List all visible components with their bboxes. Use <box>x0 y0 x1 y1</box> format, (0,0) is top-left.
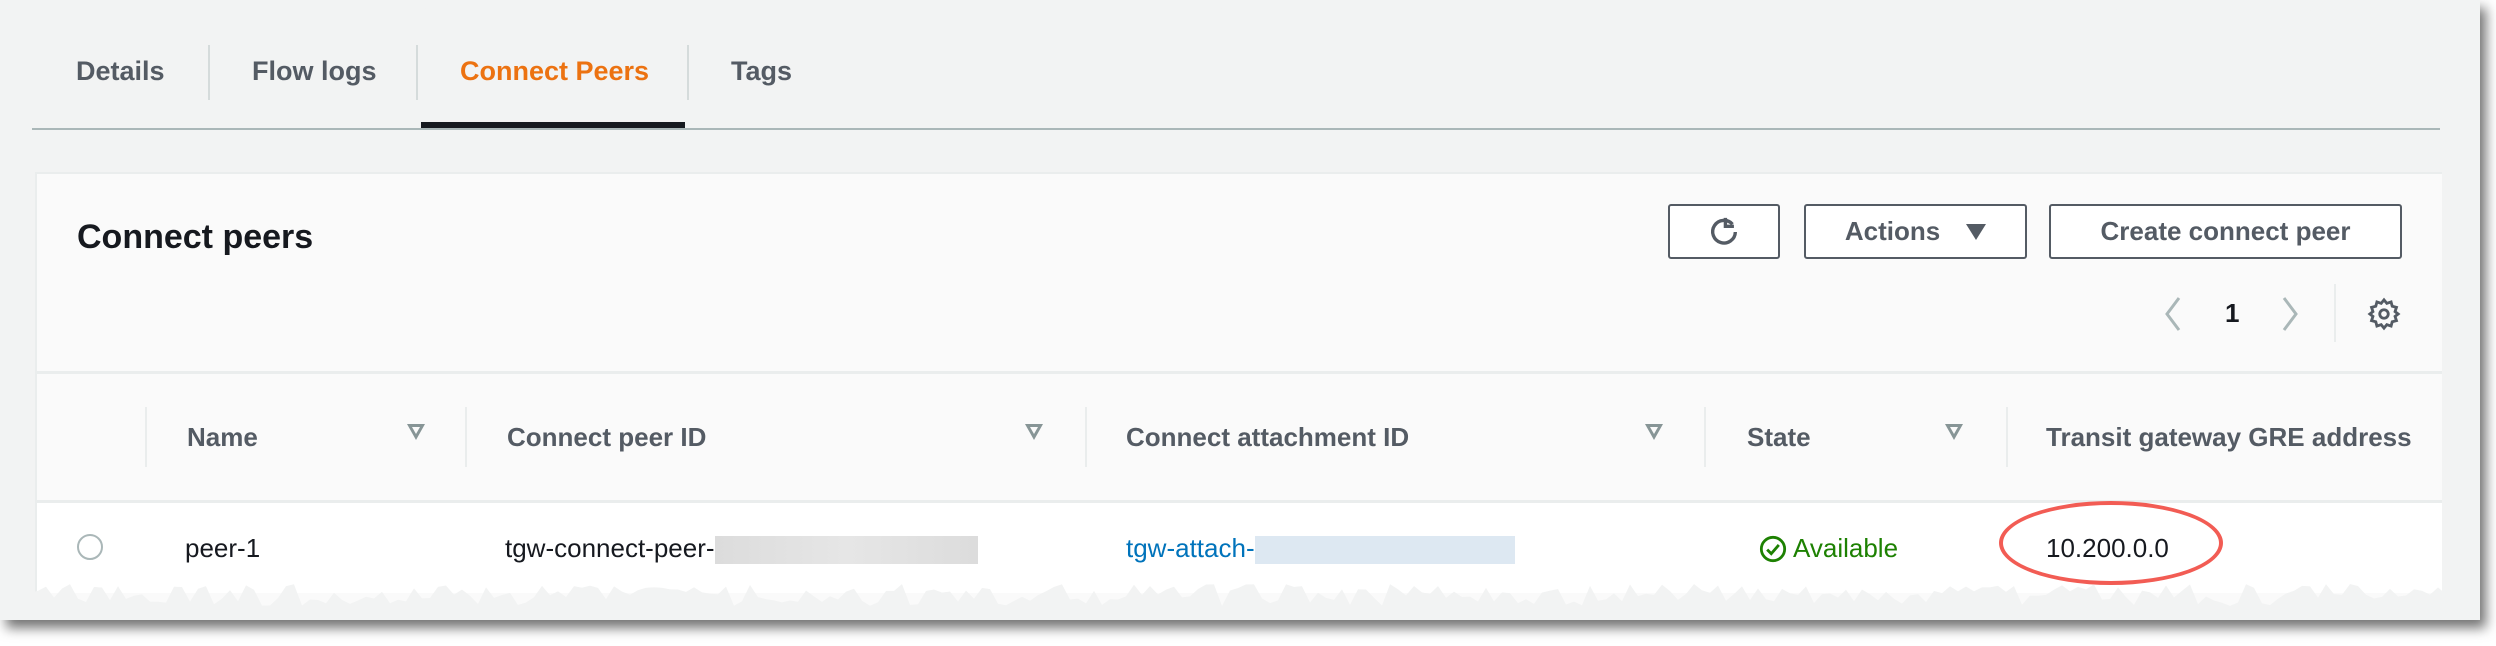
tab-divider <box>416 45 418 100</box>
table-row[interactable]: peer-1 tgw-connect-peer- tgw-attach- Ava… <box>37 500 2442 593</box>
tab-divider <box>687 45 689 100</box>
attachment-id-prefix: tgw-attach- <box>1126 533 1255 563</box>
tab-tags[interactable]: Tags <box>731 56 792 87</box>
redacted-block <box>1254 536 1515 565</box>
column-header-peer-id[interactable]: Connect peer ID <box>507 422 706 453</box>
tab-flow-logs[interactable]: Flow logs <box>252 56 377 87</box>
sort-icon[interactable] <box>1945 424 1963 440</box>
column-divider <box>2006 407 2008 467</box>
refresh-icon <box>1710 217 1738 245</box>
tabs-baseline <box>32 128 2440 130</box>
previous-page-icon[interactable] <box>2163 296 2183 332</box>
state-status: Available <box>1759 533 1898 564</box>
caret-down-icon <box>1966 223 1987 240</box>
column-header-gre-address[interactable]: Transit gateway GRE address <box>2046 422 2412 453</box>
actions-label: Actions <box>1844 216 1941 246</box>
refresh-button[interactable] <box>1668 204 1780 259</box>
sort-icon[interactable] <box>1025 424 1043 440</box>
panel-title: Connect peers <box>77 218 314 256</box>
column-divider <box>1085 407 1087 467</box>
active-tab-indicator <box>421 122 685 128</box>
connect-peers-panel: Connect peers Actions Create connect pee… <box>35 172 2442 606</box>
peer-id: tgw-connect-peer- <box>505 533 978 565</box>
column-divider <box>465 407 467 467</box>
torn-sheet: Details Flow logs Connect Peers Tags Con… <box>0 4 2470 606</box>
tab-divider <box>208 45 210 100</box>
column-header-attachment-id[interactable]: Connect attachment ID <box>1126 422 1409 453</box>
column-divider <box>145 407 147 467</box>
current-page-number[interactable]: 1 <box>2225 298 2239 329</box>
redacted-block <box>714 536 978 565</box>
column-header-state[interactable]: State <box>1747 422 1811 453</box>
state-label: Available <box>1793 533 1899 563</box>
success-check-icon <box>1759 535 1787 562</box>
peer-id-prefix: tgw-connect-peer- <box>505 533 715 563</box>
gear-icon[interactable] <box>2367 297 2401 331</box>
create-connect-peer-button[interactable]: Create connect peer <box>2049 204 2402 259</box>
attachment-id-link[interactable]: tgw-attach- <box>1126 533 1515 565</box>
tab-details[interactable]: Details <box>76 56 165 87</box>
column-header-name[interactable]: Name <box>187 422 258 453</box>
sort-icon[interactable] <box>407 424 425 440</box>
row-radio-button[interactable] <box>77 534 103 560</box>
tab-connect-peers[interactable]: Connect Peers <box>460 56 649 87</box>
peer-name: peer-1 <box>185 533 261 563</box>
screenshot-paper: Details Flow logs Connect Peers Tags Con… <box>0 0 2480 620</box>
column-divider <box>1704 407 1706 467</box>
actions-dropdown-button[interactable]: Actions <box>1804 204 2027 259</box>
next-page-icon[interactable] <box>2280 296 2300 332</box>
header-divider <box>37 371 2442 374</box>
highlight-circle <box>1999 501 2223 585</box>
pagination-divider <box>2334 284 2336 342</box>
sort-icon[interactable] <box>1645 424 1663 440</box>
